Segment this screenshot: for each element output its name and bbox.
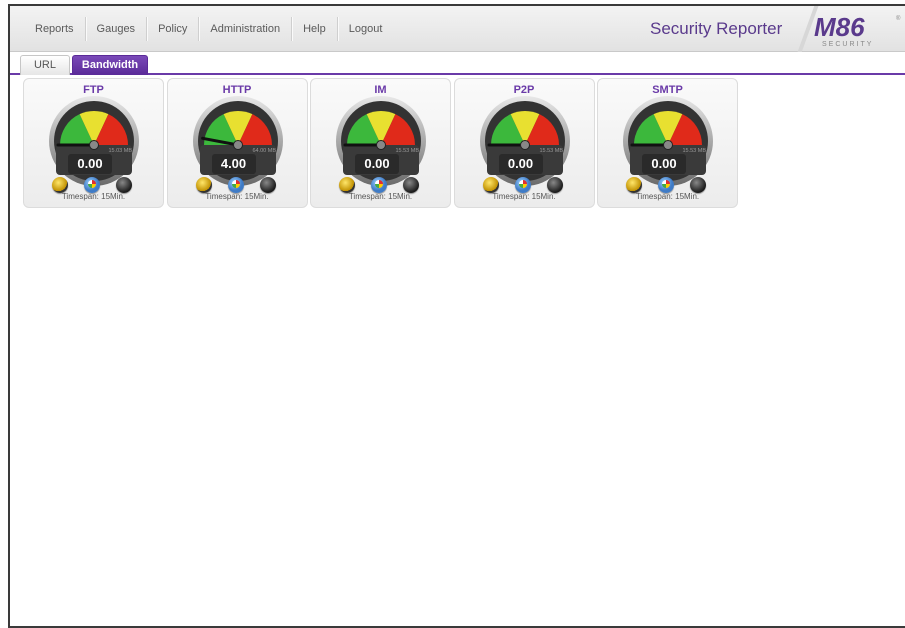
reset-gauge-icon[interactable]	[626, 177, 642, 193]
gauge-panel-im: IM 15.53 MB 0.00 Timespan: 15Min.	[310, 78, 451, 208]
svg-text:15.03 MB: 15.03 MB	[108, 148, 132, 154]
m86-logo: M86 SECURITY ®	[814, 12, 901, 48]
tab-url[interactable]: URL	[20, 55, 70, 75]
gauge-timespan: Timespan: 15Min.	[61, 192, 126, 201]
menu-gauges[interactable]: Gauges	[86, 17, 148, 41]
app-title: Security Reporter	[650, 19, 783, 38]
gauge-timespan: Timespan: 15Min.	[492, 192, 556, 201]
reset-gauge-icon[interactable]	[339, 177, 355, 193]
reset-gauge-icon[interactable]	[482, 177, 499, 193]
gauge-value: 0.00	[355, 154, 399, 174]
tab-bar: URL Bandwidth	[10, 53, 905, 75]
svg-text:®: ®	[896, 15, 901, 22]
gauge-timespan: Timespan: 15Min.	[205, 192, 269, 201]
gauge-value: 0.00	[642, 154, 686, 174]
chart-view-icon[interactable]	[84, 177, 100, 193]
svg-text:15.53 MB: 15.53 MB	[395, 148, 419, 154]
logo-text: M86	[814, 12, 865, 42]
menu-administration[interactable]: Administration	[199, 17, 293, 41]
settings-dot-icon[interactable]	[546, 177, 563, 193]
logo-subtext: SECURITY	[822, 41, 873, 48]
app-window: Reports Gauges Policy Administration Hel…	[8, 4, 905, 628]
menu-help[interactable]: Help	[292, 17, 338, 41]
settings-dot-icon[interactable]	[690, 177, 706, 193]
settings-dot-icon[interactable]	[259, 177, 276, 193]
svg-text:15.53 MB: 15.53 MB	[682, 148, 706, 154]
chart-view-icon[interactable]	[514, 177, 531, 193]
gauge-panel-ftp: FTP 15.03 MB 0.00 Timespan: 15Min.	[23, 78, 164, 208]
svg-text:64.00 MB: 64.00 MB	[252, 148, 276, 154]
tab-bandwidth[interactable]: Bandwidth	[72, 55, 148, 75]
gauge-panel-http: HTTP 64.00 MB 4.00 Timespan: 15Min.	[166, 78, 308, 208]
gauge-value: 0.00	[68, 154, 112, 174]
top-bar: Reports Gauges Policy Administration Hel…	[10, 6, 905, 52]
gauge-timespan: Timespan: 15Min.	[635, 192, 700, 201]
menu-reports[interactable]: Reports	[24, 17, 86, 41]
menu-policy[interactable]: Policy	[147, 17, 200, 41]
chart-view-icon[interactable]	[371, 177, 387, 193]
svg-text:15.53 MB: 15.53 MB	[539, 148, 563, 154]
reset-gauge-icon[interactable]	[195, 177, 212, 193]
chart-view-icon[interactable]	[227, 177, 244, 193]
gauge-panel-p2p: P2P 15.53 MB 0.00 Timespan: 15Min.	[453, 78, 595, 208]
gauge-value: 4.00	[211, 154, 256, 174]
settings-dot-icon[interactable]	[116, 177, 132, 193]
gauge-timespan: Timespan: 15Min.	[348, 192, 413, 201]
chart-view-icon[interactable]	[658, 177, 674, 193]
settings-dot-icon[interactable]	[403, 177, 419, 193]
main-menu: Reports Gauges Policy Administration Hel…	[24, 6, 393, 52]
menu-logout[interactable]: Logout	[338, 17, 394, 41]
reset-gauge-icon[interactable]	[52, 177, 68, 193]
gauge-value: 0.00	[498, 154, 543, 174]
gauge-panel-smtp: SMTP 15.53 MB 0.00 Timespan: 15Min.	[597, 78, 738, 208]
